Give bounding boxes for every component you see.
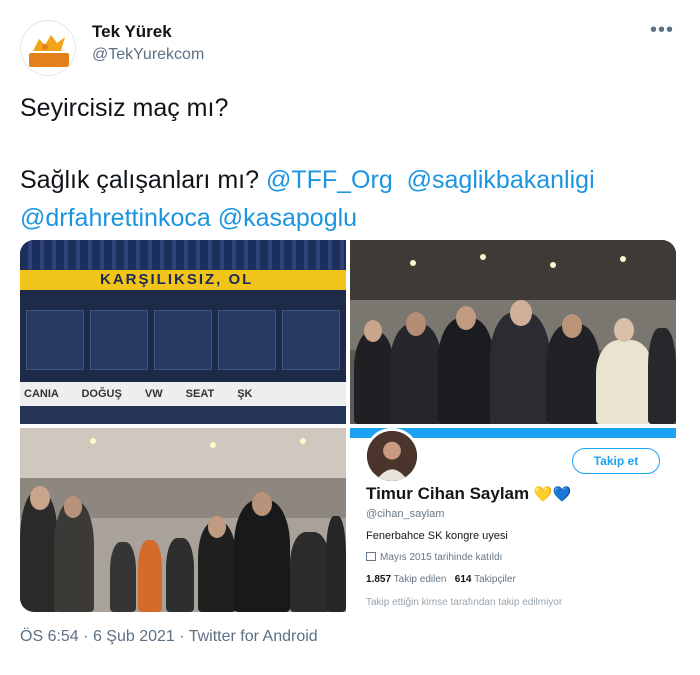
lobby-ceiling (20, 428, 346, 478)
profile-joined: Mayıs 2015 tarihinde katıldı (366, 552, 502, 563)
profile-joined-text: Mayıs 2015 tarihinde katıldı (380, 552, 503, 563)
stadium-upper-stand (20, 240, 346, 270)
author-handle[interactable]: @TekYurekcom (92, 46, 204, 64)
profile-bio: Fenerbahce SK kongre uyesi (366, 530, 508, 542)
meta-separator: · (83, 628, 89, 645)
followers-count: 614 (454, 574, 472, 585)
stadium-sponsors: CANIA DOĞUŞ VW SEAT ŞK (20, 382, 346, 406)
tweet-source-app[interactable]: Twitter for Android (189, 628, 318, 645)
following-count: 1.857 (366, 574, 392, 585)
yellow-heart-icon: 💛 (533, 486, 553, 503)
mention-saglikbakanligi[interactable]: @saglikbakanligi (407, 166, 595, 194)
profile-name-text: Timur Cihan Saylam (366, 484, 530, 503)
stadium-boxes (20, 290, 346, 382)
blue-heart-icon: 💙 (552, 486, 572, 503)
tweet-text-line-2: Sağlık çalışanları mı? @TFF_Org @saglikb… (20, 166, 595, 195)
tweet-text-line-1: Seyircisiz maç mı? (20, 94, 229, 122)
corridor-ceiling (350, 240, 676, 300)
tweet-meta: ÖS 6:54 · 6 Şub 2021 · Twitter for Andro… (20, 628, 318, 646)
person-silhouette-icon (367, 431, 417, 481)
tweet-text-line-3: @drfahrettinkoca @kasapoglu (20, 204, 357, 233)
calendar-icon (366, 552, 376, 561)
more-options-icon[interactable]: ••• (648, 20, 676, 44)
profile-cut-text: Takip ettiğin kimse tarafından takip edi… (366, 597, 563, 608)
meta-separator-2: · (179, 628, 185, 645)
follow-button[interactable]: Takip et (572, 448, 660, 474)
stadium-banner: KARŞILIKSIZ, OL (20, 270, 346, 290)
mention-tff-org[interactable]: @TFF_Org (266, 166, 393, 194)
tweet-time[interactable]: ÖS 6:54 (20, 628, 79, 645)
tweet: Tek Yürek @TekYurekcom ••• Seyircisiz ma… (0, 0, 700, 675)
photo-crowd-lobby[interactable] (20, 428, 346, 612)
tek-yurek-logo-icon (21, 21, 75, 75)
followers-label: Takipçiler (474, 574, 516, 585)
profile-avatar (364, 428, 420, 484)
tweet-text-prefix: Sağlık çalışanları mı? (20, 166, 259, 194)
photo-stadium[interactable]: KARŞILIKSIZ, OL CANIA DOĞUŞ VW SEAT ŞK (20, 240, 346, 424)
profile-name: Timur Cihan Saylam 💛💙 (366, 484, 571, 504)
media-grid: KARŞILIKSIZ, OL CANIA DOĞUŞ VW SEAT ŞK T… (20, 240, 676, 612)
tweet-date[interactable]: 6 Şub 2021 (93, 628, 175, 645)
photo-profile-card[interactable]: Takip et Timur Cihan Saylam 💛💙 @cihan_sa… (350, 428, 676, 612)
author-avatar[interactable] (20, 20, 76, 76)
following-label: Takip edilen (393, 574, 447, 585)
mention-drfahrettinkoca[interactable]: @drfahrettinkoca (20, 204, 211, 232)
author-name[interactable]: Tek Yürek (92, 22, 172, 42)
mention-kasapoglu[interactable]: @kasapoglu (218, 204, 357, 232)
stadium-lower-stand (20, 406, 346, 424)
profile-stats: 1.857 Takip edilen 614 Takipçiler (366, 574, 516, 585)
profile-handle: @cihan_saylam (366, 508, 445, 520)
photo-crowd-corridor[interactable] (350, 240, 676, 424)
